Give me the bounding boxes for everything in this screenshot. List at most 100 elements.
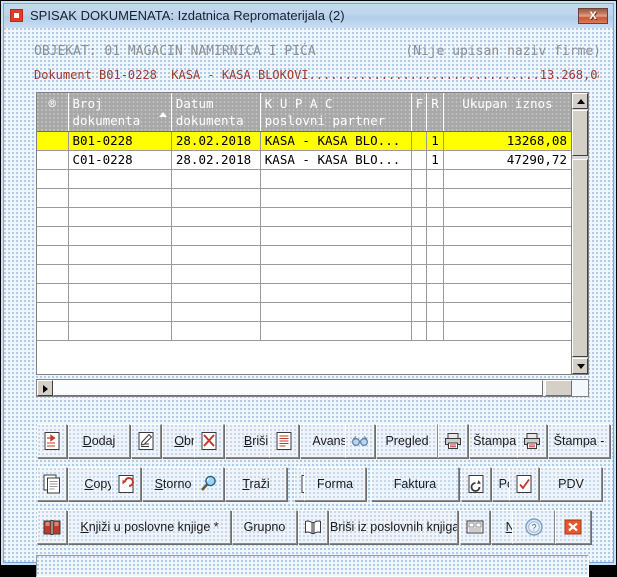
stampa-plus-icon-button[interactable] — [438, 424, 468, 458]
nalog-icon-button[interactable] — [460, 510, 490, 544]
trazi-icon-button[interactable] — [194, 467, 224, 501]
trazi-button[interactable]: Traži — [225, 467, 287, 501]
table-row-empty[interactable] — [37, 245, 571, 265]
pdv-button-label: PDV — [558, 477, 584, 491]
pregled-icon-button[interactable] — [345, 424, 375, 458]
column-header-ukupan-iznos[interactable]: Ukupan iznos — [443, 93, 571, 132]
column-header-datum[interactable]: Datum dokumenta — [171, 93, 261, 132]
knjizi-button[interactable]: Knjiži u poslovne knjige * — [68, 510, 231, 544]
copy-icon-button[interactable] — [37, 467, 67, 501]
table-row-empty[interactable] — [37, 188, 571, 208]
window-title-main: SPISAK DOKUMENATA: — [30, 8, 174, 23]
cell-empty — [171, 207, 261, 227]
document-list-window: SPISAK DOKUMENATA: Izdatnica Repromateri… — [0, 0, 617, 577]
cell-empty — [260, 207, 412, 227]
pregled-button[interactable]: Pregled — [376, 424, 438, 458]
dodaj-button-label: Dodaj — [82, 434, 116, 448]
table-row[interactable]: B01-0228 28.02.2018 KASA - KASA BLO... 1 132… — [37, 131, 571, 151]
table-row-empty[interactable] — [37, 226, 571, 246]
window-title: SPISAK DOKUMENATA: Izdatnica Repromateri… — [30, 7, 553, 25]
storno-icon-button[interactable] — [111, 467, 141, 501]
column-header-kupac[interactable]: K U P A C poslovni partner — [260, 93, 412, 132]
cell-empty — [411, 321, 428, 341]
forma-button[interactable]: Forma — [304, 467, 366, 501]
cell-mark — [37, 150, 69, 170]
cell-mark — [37, 131, 69, 151]
column-header-broj[interactable]: Broj dokumenta — [68, 93, 172, 132]
exit-button[interactable] — [555, 510, 591, 544]
cell-empty — [37, 207, 69, 227]
status-strip — [36, 555, 589, 577]
cell-amount: 47290,72 — [443, 150, 571, 170]
cell-empty — [68, 169, 172, 189]
column-header-f[interactable]: F — [411, 93, 428, 132]
close-icon: X — [589, 10, 597, 22]
scroll-right-button[interactable] — [37, 380, 53, 396]
scroll-down-button[interactable] — [572, 358, 588, 374]
pdv-icon-button[interactable] — [509, 467, 539, 501]
cell-empty — [260, 245, 412, 265]
cell-empty — [260, 264, 412, 284]
table-row-empty[interactable] — [37, 283, 571, 303]
client-area: OBJEKAT: 01 MAGACIN NAMIRNICA I PIĆA (Ni… — [4, 28, 613, 577]
knjizi-icon-button[interactable] — [37, 510, 67, 544]
close-button[interactable]: X — [578, 8, 608, 24]
scroll-up-button[interactable] — [572, 93, 588, 109]
cell-r: 1 — [426, 131, 444, 151]
brisi-icon-button[interactable] — [194, 424, 224, 458]
cell-empty — [260, 302, 412, 322]
cell-empty — [37, 169, 69, 189]
stampa-minus-button[interactable]: Štampa - — [548, 424, 610, 458]
cell-empty — [171, 302, 261, 322]
cell-empty — [426, 283, 444, 303]
cell-empty — [171, 169, 261, 189]
column-header-mark[interactable]: ® — [37, 93, 69, 132]
table-row-empty[interactable] — [37, 264, 571, 284]
vertical-scrollbar-thumb[interactable] — [572, 110, 588, 156]
documents-grid[interactable]: ® Broj dokumenta Datum dokumenta K U P A… — [36, 92, 589, 375]
table-row-empty[interactable] — [37, 302, 571, 322]
cell-empty — [411, 188, 428, 208]
cell-empty — [426, 207, 444, 227]
column-header-r[interactable]: R — [426, 93, 444, 132]
cell-empty — [426, 188, 444, 208]
cell-empty — [443, 283, 571, 303]
cell-empty — [443, 207, 571, 227]
dodaj-icon-button[interactable] — [37, 424, 67, 458]
arrow-up-icon — [577, 99, 585, 104]
knjizi-button-label: Knjiži u poslovne knjige * — [80, 520, 219, 534]
title-bar[interactable]: SPISAK DOKUMENATA: Izdatnica Repromateri… — [4, 4, 613, 29]
brisi-knjiga-button[interactable]: Briši iz poslovnih knjiga — [329, 510, 458, 544]
vertical-scrollbar-track[interactable] — [572, 159, 588, 357]
cell-empty — [37, 245, 69, 265]
pdv-button[interactable]: PDV — [540, 467, 602, 501]
table-row-empty[interactable] — [37, 169, 571, 189]
horizontal-scrollbar[interactable] — [36, 379, 589, 397]
cell-empty — [171, 188, 261, 208]
help-button[interactable]: ? — [512, 510, 555, 544]
table-row-empty[interactable] — [37, 321, 571, 341]
cell-r: 1 — [426, 150, 444, 170]
obradi-icon-button[interactable] — [131, 424, 161, 458]
povracaj-icon-button[interactable] — [461, 467, 491, 501]
cell-empty — [426, 321, 444, 341]
cell-empty — [426, 226, 444, 246]
horizontal-scrollbar-track[interactable] — [545, 380, 572, 396]
table-row[interactable]: C01-0228 28.02.2018 KASA - KASA BLO... 1 472… — [37, 150, 571, 170]
cell-empty — [37, 283, 69, 303]
cell-partner: KASA - KASA BLO... — [260, 131, 412, 151]
table-row-empty[interactable] — [37, 207, 571, 227]
brisi-knjiga-icon-button[interactable] — [298, 510, 328, 544]
horizontal-scrollbar-thumb[interactable] — [53, 380, 543, 396]
dodaj-button[interactable]: Dodaj — [68, 424, 130, 458]
faktura-button[interactable]: Faktura — [371, 467, 459, 501]
vertical-scrollbar[interactable] — [571, 93, 588, 374]
cell-empty — [68, 283, 172, 303]
cell-empty — [260, 321, 412, 341]
stampa-minus-icon-button[interactable] — [517, 424, 547, 458]
grupno-button[interactable]: Grupno — [232, 510, 297, 544]
firma-note-label: (Nije upisan naziv firme) — [405, 44, 601, 59]
cell-empty — [68, 245, 172, 265]
cell-empty — [171, 264, 261, 284]
avansi-icon-button[interactable] — [269, 424, 299, 458]
